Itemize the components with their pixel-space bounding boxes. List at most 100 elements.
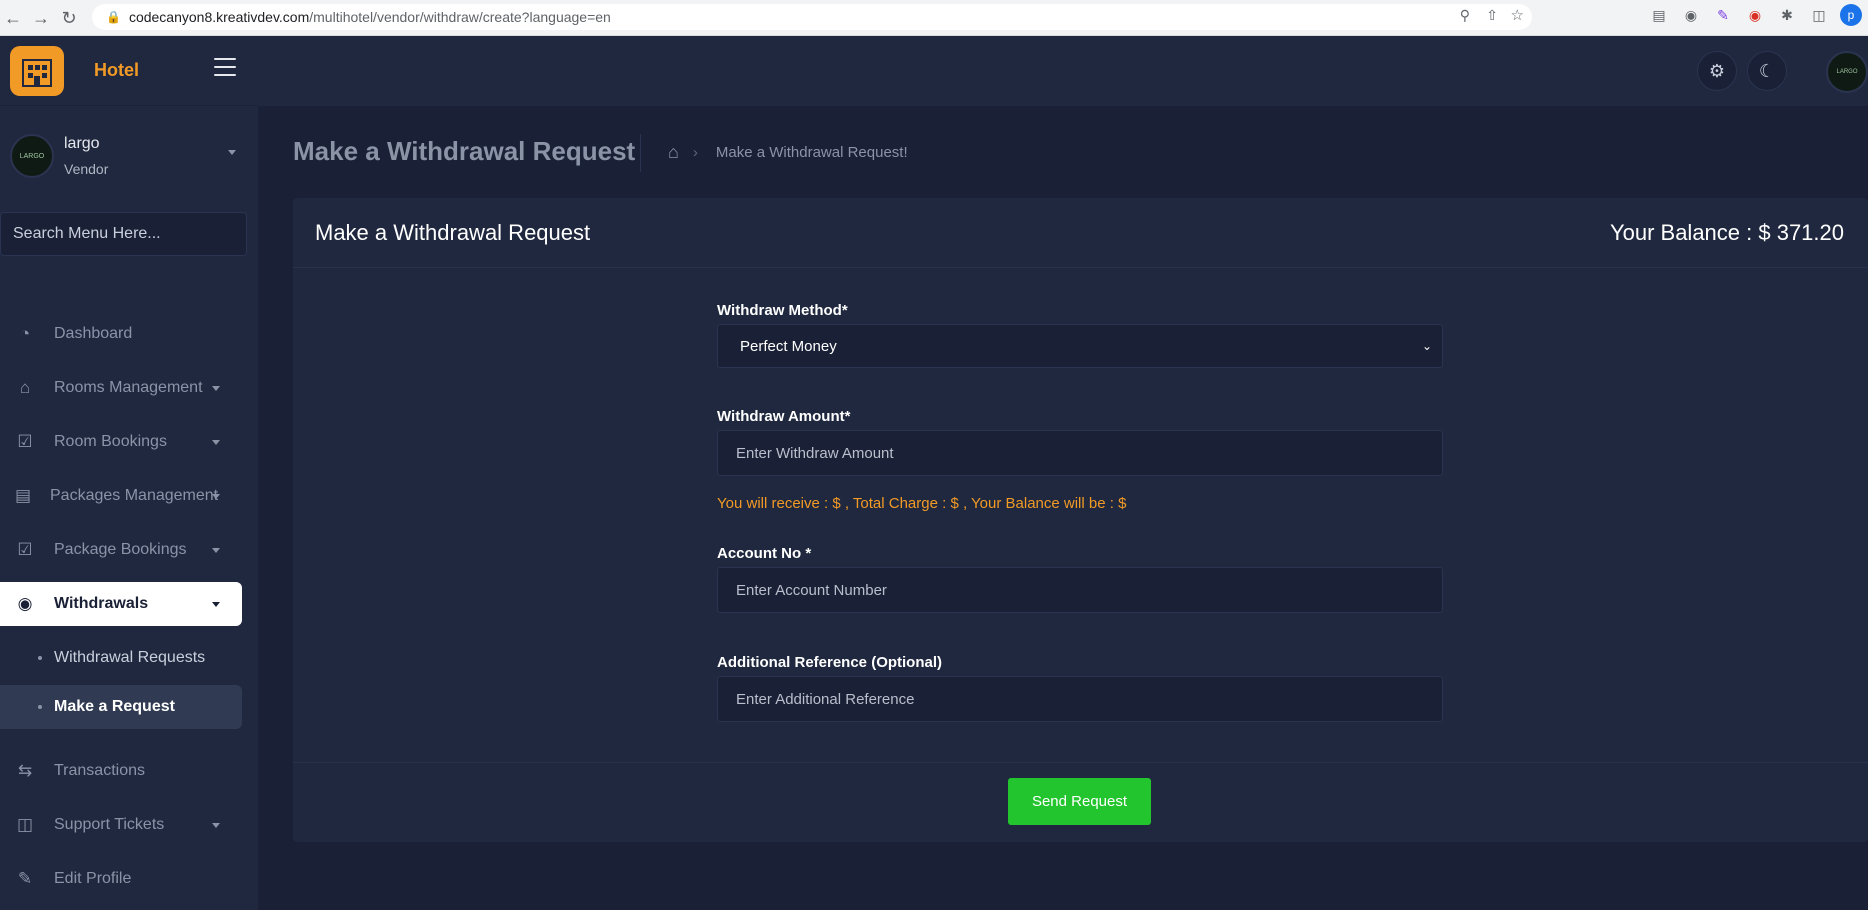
sidebar-item-withdrawals[interactable]: ◉ Withdrawals xyxy=(0,582,242,626)
chevron-down-icon xyxy=(212,548,220,553)
dashboard-gauge-icon: ◔ xyxy=(19,324,31,343)
submenu-item-withdrawal-requests[interactable]: Withdrawal Requests xyxy=(0,636,258,680)
chevron-down-icon xyxy=(228,150,236,155)
url-text: codecanyon8.kreativdev.com/multihotel/ve… xyxy=(129,9,611,25)
user-profile-toggle[interactable]: LARGO largo Vendor xyxy=(10,124,248,188)
sidebar-item-label: Rooms Management xyxy=(54,379,203,396)
home-icon[interactable]: ⌂ xyxy=(668,142,679,163)
color-wheel-icon[interactable]: ◉ xyxy=(1744,4,1766,26)
sidebar-item-label: Transactions xyxy=(54,762,145,779)
camera-icon[interactable]: ◉ xyxy=(1680,4,1702,26)
extension-toolbar: ▤ ◉ ✎ ◉ ✱ ◫ p xyxy=(1648,4,1862,26)
user-role: Vendor xyxy=(64,161,109,177)
calendar-check-icon: ☑ xyxy=(17,540,33,559)
account-number-input[interactable] xyxy=(717,567,1443,613)
browser-toolbar: ← → ↻ 🔒 codecanyon8.kreativdev.com/multi… xyxy=(0,0,1868,36)
sidebar-item-package-bookings[interactable]: ☑ Package Bookings xyxy=(0,528,258,572)
submenu-item-make-a-request[interactable]: Make a Request xyxy=(0,685,242,729)
chevron-down-icon: ⌄ xyxy=(1421,339,1432,353)
calendar-check-icon: ☑ xyxy=(17,432,33,451)
package-icon: ▤ xyxy=(14,486,32,505)
withdraw-amount-input[interactable] xyxy=(717,430,1443,476)
hotel-logo-icon xyxy=(10,45,64,96)
sidebar-item-label: Room Bookings xyxy=(54,433,167,450)
user-name: largo xyxy=(64,135,100,152)
sidebar-item-label: Packages Management xyxy=(50,487,219,504)
withdraw-summary-hint: You will receive : $ , Total Charge : $ … xyxy=(717,495,1127,512)
title-divider xyxy=(640,134,641,172)
chevron-down-icon xyxy=(212,494,220,499)
sidebar-item-label: Package Bookings xyxy=(54,541,187,558)
card-footer: Send Request xyxy=(293,762,1868,842)
dark-mode-moon-icon[interactable]: ☾ xyxy=(1747,51,1787,91)
sidebar: Hotel LARGO largo Vendor ◔ Dashboard ⌂ R… xyxy=(0,36,258,910)
card-header: Make a Withdrawal Request Your Balance :… xyxy=(293,198,1868,268)
withdraw-amount-label: Withdraw Amount* xyxy=(717,408,851,425)
side-panel-icon[interactable]: ◫ xyxy=(1808,4,1830,26)
additional-reference-label: Additional Reference (Optional) xyxy=(717,654,943,671)
sidebar-item-label: Withdrawals xyxy=(54,595,149,612)
sidebar-item-support-tickets[interactable]: ◫ Support Tickets xyxy=(0,803,258,847)
withdraw-method-value: Perfect Money xyxy=(740,337,837,355)
submenu-item-label: Withdrawal Requests xyxy=(54,649,206,666)
page-title: Make a Withdrawal Request xyxy=(293,136,636,166)
avatar-text: LARGO xyxy=(1836,69,1858,75)
withdraw-method-select[interactable]: Perfect Money ⌄ xyxy=(717,324,1443,368)
submenu-item-label: Make a Request xyxy=(54,698,175,715)
sidebar-item-transactions[interactable]: ⇆ Transactions xyxy=(0,749,258,793)
lock-icon: 🔒 xyxy=(106,10,121,24)
bullet-dot xyxy=(38,656,42,660)
breadcrumb-current: Make a Withdrawal Request! xyxy=(715,144,908,161)
chevron-right-icon: › xyxy=(692,144,698,161)
chevron-down-icon xyxy=(212,602,220,607)
address-bar[interactable]: 🔒 codecanyon8.kreativdev.com/multihotel/… xyxy=(92,4,1532,30)
home-icon: ⌂ xyxy=(19,378,31,397)
url-path: /multihotel/vendor/withdraw/create?langu… xyxy=(309,9,611,25)
sidebar-item-label: Dashboard xyxy=(54,325,133,342)
puzzle-extensions-icon[interactable]: ✱ xyxy=(1776,4,1798,26)
send-request-button[interactable]: Send Request xyxy=(1008,778,1151,825)
settings-gear-icon[interactable]: ⚙ xyxy=(1697,51,1737,91)
sidebar-menu: ◔ Dashboard ⌂ Rooms Management ☑ Room Bo… xyxy=(0,312,258,910)
logo-text: Hotel xyxy=(94,60,139,80)
url-host: codecanyon8.kreativdev.com xyxy=(128,9,310,25)
money-bag-icon: ◉ xyxy=(17,594,33,613)
bookmark-star-icon[interactable]: ☆ xyxy=(1511,6,1524,24)
browser-profile-avatar[interactable]: p xyxy=(1840,4,1862,26)
balance-display: Your Balance : $ 371.20 xyxy=(1609,219,1844,245)
back-arrow-icon[interactable]: ← xyxy=(0,5,26,31)
share-icon[interactable]: ⇧ xyxy=(1486,7,1498,24)
account-no-label: Account No * xyxy=(717,545,812,562)
withdraw-method-label: Withdraw Method* xyxy=(717,302,848,319)
sidebar-item-rooms-management[interactable]: ⌂ Rooms Management xyxy=(0,366,258,410)
header-avatar[interactable]: LARGO xyxy=(1826,51,1868,93)
sidebar-item-packages-management[interactable]: ▤ Packages Management xyxy=(0,474,258,518)
pen-icon[interactable]: ✎ xyxy=(1712,4,1734,26)
chevron-down-icon xyxy=(212,440,220,445)
sidebar-item-room-bookings[interactable]: ☑ Room Bookings xyxy=(0,420,258,464)
avatar: LARGO xyxy=(10,134,54,178)
sidebar-item-dashboard[interactable]: ◔ Dashboard xyxy=(0,312,258,356)
avatar-text: LARGO xyxy=(19,152,45,160)
sidebar-item-label: Edit Profile xyxy=(54,870,132,887)
hamburger-menu-icon[interactable] xyxy=(214,58,236,76)
withdrawal-request-card: Make a Withdrawal Request Your Balance :… xyxy=(293,198,1868,842)
forward-arrow-icon[interactable]: → xyxy=(28,5,54,31)
sidebar-search xyxy=(0,212,247,256)
exchange-arrows-icon: ⇆ xyxy=(17,761,33,780)
top-header xyxy=(258,36,1868,106)
zoom-icon[interactable]: ⚲ xyxy=(1460,7,1470,24)
ticket-icon: ◫ xyxy=(16,815,34,834)
bullet-dot xyxy=(38,705,42,709)
clipboard-icon[interactable]: ▤ xyxy=(1648,4,1670,26)
sidebar-item-label: Support Tickets xyxy=(54,816,165,833)
card-title: Make a Withdrawal Request xyxy=(315,219,591,245)
chevron-down-icon xyxy=(212,386,220,391)
additional-reference-input[interactable] xyxy=(717,676,1443,722)
chevron-down-icon xyxy=(212,823,220,828)
user-edit-icon: ✎ xyxy=(17,869,33,888)
sidebar-item-edit-profile[interactable]: ✎ Edit Profile xyxy=(0,857,258,901)
reload-icon[interactable]: ↻ xyxy=(56,5,82,31)
search-menu-input[interactable] xyxy=(13,225,233,243)
breadcrumb: ⌂ › Make a Withdrawal Request! xyxy=(668,142,908,163)
